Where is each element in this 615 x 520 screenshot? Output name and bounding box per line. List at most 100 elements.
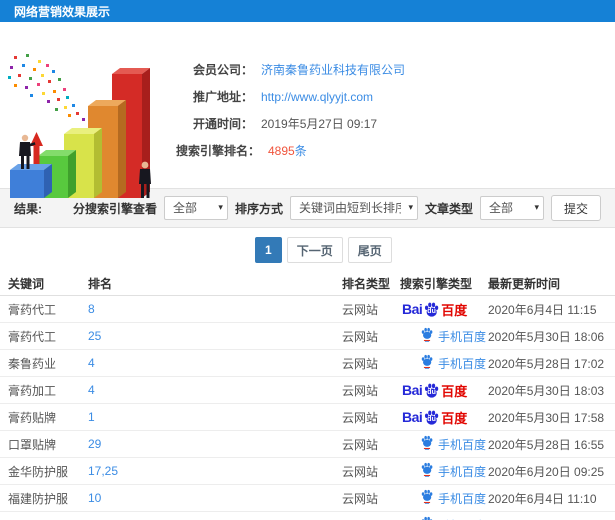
mobile-baidu-paw-icon bbox=[420, 462, 434, 480]
engine-cell: Bai du 百度 bbox=[400, 300, 488, 319]
table-row: 口罩贴牌 29 云网站 手机百度 2020年5月28日 16:55 bbox=[0, 431, 615, 458]
results-table: 关键词 排名 排名类型 搜索引擎类型 最新更新时间 膏药代工 8 云网站 Bai bbox=[0, 272, 615, 520]
sort-select-wrap: 关键词由短到长排序 ▾ bbox=[289, 196, 418, 220]
keyword-cell: 福建防护服 bbox=[8, 491, 69, 506]
engine-cell: Bai du 百度 bbox=[400, 381, 488, 400]
updated-cell: 2020年5月28日 17:02 bbox=[488, 356, 605, 371]
rank-link[interactable]: 17,25 bbox=[88, 464, 342, 478]
updated-cell: 2020年6月20日 09:25 bbox=[488, 464, 605, 479]
engine-cell: Bai du 百度 bbox=[400, 408, 488, 427]
mobile-baidu-logo[interactable]: 手机百度 bbox=[400, 462, 486, 480]
submit-button[interactable]: 提交 bbox=[550, 195, 601, 221]
updated-cell: 2020年5月30日 18:03 bbox=[488, 383, 605, 398]
updated-cell: 2020年5月30日 17:58 bbox=[488, 410, 605, 425]
baidu-paw-icon: du bbox=[423, 409, 440, 426]
baidu-du-text: du bbox=[427, 415, 436, 423]
opened-label: 开通时间： bbox=[192, 117, 253, 131]
mobile-baidu-paw-icon bbox=[420, 435, 434, 453]
keyword-cell: 口罩贴牌 bbox=[8, 437, 57, 452]
table-row: 金华防护服 17,25 云网站 手机百度 2020年6月20日 09:25 bbox=[0, 458, 615, 485]
baidu-bai-text: Bai bbox=[402, 382, 423, 398]
baidu-cn-text: 百度 bbox=[441, 302, 468, 318]
updated-cell: 2020年6月4日 11:15 bbox=[488, 302, 597, 317]
mobile-baidu-logo[interactable]: 手机百度 bbox=[400, 516, 486, 520]
mobile-baidu-logo[interactable]: 手机百度 bbox=[400, 489, 486, 507]
mobile-baidu-text: 手机百度 bbox=[438, 464, 487, 479]
engine-cell: 手机百度 bbox=[400, 327, 488, 345]
mobile-baidu-text: 手机百度 bbox=[438, 517, 486, 520]
updated-cell: 2020年5月28日 16:55 bbox=[488, 437, 605, 452]
baidu-bai-text: Bai bbox=[402, 409, 423, 425]
mobile-baidu-logo[interactable]: 手机百度 bbox=[400, 354, 486, 372]
col-header-updated: 最新更新时间 bbox=[488, 277, 561, 291]
table-header-row: 关键词 排名 排名类型 搜索引擎类型 最新更新时间 bbox=[0, 272, 615, 296]
mobile-baidu-text: 手机百度 bbox=[438, 329, 487, 344]
info-row-url: 推广地址： http://www.qlyyjt.com bbox=[168, 83, 615, 110]
rank-link[interactable]: 4 bbox=[88, 383, 342, 397]
article-type-label: 文章类型 bbox=[424, 201, 473, 216]
rank-type-cell: 云网站 bbox=[342, 383, 379, 398]
sort-label: 排序方式 bbox=[234, 201, 283, 216]
mobile-baidu-text: 手机百度 bbox=[438, 437, 487, 452]
rank-count-value: 4895条 bbox=[268, 142, 307, 159]
engine-cell: 手机百度 bbox=[400, 462, 488, 480]
engine-cell: 手机百度 bbox=[400, 489, 488, 507]
rank-link[interactable]: 25 bbox=[88, 329, 342, 343]
engine-select-wrap: 全部 ▾ bbox=[163, 196, 228, 220]
page-1-button[interactable]: 1 bbox=[255, 237, 282, 263]
rank-count-number: 4895 bbox=[268, 144, 295, 158]
table-row: 膏药贴牌 1 云网站 Bai du 百度 2020年5月30日 17:58 bbox=[0, 404, 615, 431]
confetti-decoration bbox=[8, 54, 85, 121]
col-header-rank-type: 排名类型 bbox=[342, 277, 391, 291]
bar-chart-clipart-image bbox=[8, 54, 151, 198]
info-row-rank-count: 搜索引擎排名： 4895条 bbox=[168, 137, 615, 164]
baidu-logo[interactable]: Bai du 百度 bbox=[400, 381, 467, 400]
engine-cell: 手机百度 bbox=[400, 354, 488, 372]
rank-type-cell: 云网站 bbox=[342, 464, 379, 479]
rank-link[interactable]: 1 bbox=[88, 410, 342, 424]
rank-link[interactable]: 4 bbox=[88, 356, 342, 370]
engine-filter-select[interactable]: 全部 bbox=[164, 197, 227, 219]
baidu-cn-text: 百度 bbox=[441, 383, 468, 399]
baidu-du-text: du bbox=[427, 307, 436, 315]
mobile-baidu-paw-icon bbox=[420, 354, 434, 372]
rank-type-cell: 云网站 bbox=[342, 491, 379, 506]
rank-link[interactable]: 10 bbox=[88, 491, 342, 505]
page-title: 网络营销效果展示 bbox=[14, 4, 111, 19]
rank-type-cell: 云网站 bbox=[342, 329, 379, 344]
promotion-url-link[interactable]: http://www.qlyyjt.com bbox=[261, 90, 373, 104]
baidu-bai-text: Bai bbox=[402, 301, 423, 317]
opened-value: 2019年5月27日 09:17 bbox=[261, 117, 378, 131]
rank-type-cell: 云网站 bbox=[342, 302, 379, 317]
col-header-keyword: 关键词 bbox=[8, 277, 45, 291]
last-page-button[interactable]: 尾页 bbox=[347, 237, 392, 263]
article-type-select[interactable]: 全部 bbox=[480, 197, 543, 219]
mobile-baidu-paw-icon bbox=[420, 516, 434, 520]
next-page-button[interactable]: 下一页 bbox=[286, 237, 343, 263]
engine-cell: 手机百度 bbox=[400, 516, 488, 520]
bars-decoration bbox=[10, 68, 150, 198]
baidu-logo[interactable]: Bai du 百度 bbox=[400, 300, 467, 319]
rank-link[interactable]: 29 bbox=[88, 437, 342, 451]
rank-link[interactable]: 8 bbox=[88, 302, 342, 316]
sort-select[interactable]: 关键词由短到长排序 bbox=[290, 197, 417, 219]
engine-cell: 手机百度 bbox=[400, 435, 488, 453]
company-link[interactable]: 济南秦鲁药业科技有限公司 bbox=[261, 61, 405, 78]
updated-cell: 2020年5月30日 18:06 bbox=[488, 329, 605, 344]
table-row: 秦鲁药业 4 云网站 手机百度 2020年5月28日 17:02 bbox=[0, 350, 615, 377]
mobile-baidu-logo[interactable]: 手机百度 bbox=[400, 327, 486, 345]
rank-type-cell: 云网站 bbox=[342, 410, 379, 425]
rank-type-cell: 云网站 bbox=[342, 356, 379, 371]
table-row: 手机百度 bbox=[0, 512, 615, 520]
keyword-cell: 膏药贴牌 bbox=[8, 410, 57, 425]
rank-type-cell: 云网站 bbox=[342, 437, 379, 452]
mobile-baidu-logo[interactable]: 手机百度 bbox=[400, 435, 486, 453]
table-row: 膏药加工 4 云网站 Bai du 百度 2020年5月30日 18:03 bbox=[0, 377, 615, 404]
baidu-du-text: du bbox=[427, 388, 436, 396]
table-row: 福建防护服 10 云网站 手机百度 2020年6月4日 11:10 bbox=[0, 485, 615, 512]
table-row: 膏药代工 8 云网站 Bai du 百度 2020年6月4日 11:15 bbox=[0, 296, 615, 323]
keyword-cell: 秦鲁药业 bbox=[8, 356, 57, 371]
updated-cell: 2020年6月4日 11:10 bbox=[488, 491, 597, 506]
baidu-logo[interactable]: Bai du 百度 bbox=[400, 408, 467, 427]
keyword-cell: 膏药代工 bbox=[8, 329, 57, 344]
